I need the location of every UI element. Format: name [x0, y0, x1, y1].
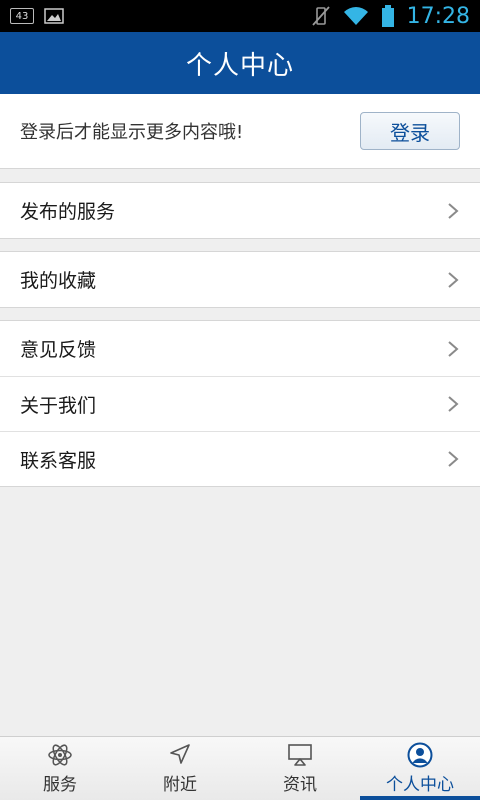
menu-item-label: 联系客服	[20, 449, 97, 472]
menu-item-label: 关于我们	[20, 394, 97, 417]
menu-item-label: 意见反馈	[20, 339, 97, 361]
notification-badge: 43	[10, 8, 34, 24]
wifi-icon	[343, 7, 368, 25]
person-icon	[407, 742, 433, 768]
image-notification-icon	[44, 8, 64, 24]
chevron-right-icon	[448, 340, 459, 357]
tab-services[interactable]: 服务	[0, 737, 120, 800]
tab-label: 资讯	[283, 775, 317, 795]
menu-group-support: 意见反馈 关于我们 联系客服	[0, 320, 480, 487]
title-bar: 个人中心	[0, 32, 480, 94]
tab-label: 服务	[43, 775, 77, 795]
menu-group-favorites: 我的收藏	[0, 251, 480, 308]
tab-label: 个人中心	[386, 775, 454, 795]
clock: 17:28	[406, 3, 470, 29]
page-title: 个人中心	[185, 50, 294, 81]
menu-item-about-us[interactable]: 关于我们	[0, 376, 480, 431]
chevron-right-icon	[448, 451, 459, 467]
navigation-arrow-icon	[170, 744, 190, 764]
menu-item-label: 发布的服务	[20, 201, 116, 223]
menu-item-published-services[interactable]: 发布的服务	[0, 183, 480, 238]
tab-news[interactable]: 资讯	[240, 737, 360, 800]
menu-group-services: 发布的服务	[0, 182, 480, 239]
tab-nearby[interactable]: 附近	[120, 737, 240, 800]
chevron-right-icon	[448, 396, 459, 412]
menu-item-feedback[interactable]: 意见反馈	[0, 321, 480, 376]
menu-item-my-favorites[interactable]: 我的收藏	[0, 252, 480, 307]
login-hint: 登录后才能显示更多内容哦!	[20, 122, 244, 143]
battery-icon	[381, 5, 394, 27]
login-button[interactable]: 登录	[360, 112, 460, 150]
vibrate-off-icon	[311, 6, 330, 26]
atom-icon	[48, 744, 72, 766]
menu-item-label: 我的收藏	[20, 270, 97, 292]
login-panel: 登录后才能显示更多内容哦! 登录	[0, 94, 480, 169]
status-bar: 43 17:28	[0, 0, 480, 32]
tab-personal-center[interactable]: 个人中心	[360, 737, 480, 800]
bottom-nav: 服务 附近 资讯 个人中心	[0, 736, 480, 800]
screen-icon	[288, 744, 312, 766]
tab-label: 附近	[163, 775, 197, 795]
menu-item-contact-support[interactable]: 联系客服	[0, 431, 480, 486]
chevron-right-icon	[448, 202, 459, 219]
chevron-right-icon	[448, 271, 459, 288]
